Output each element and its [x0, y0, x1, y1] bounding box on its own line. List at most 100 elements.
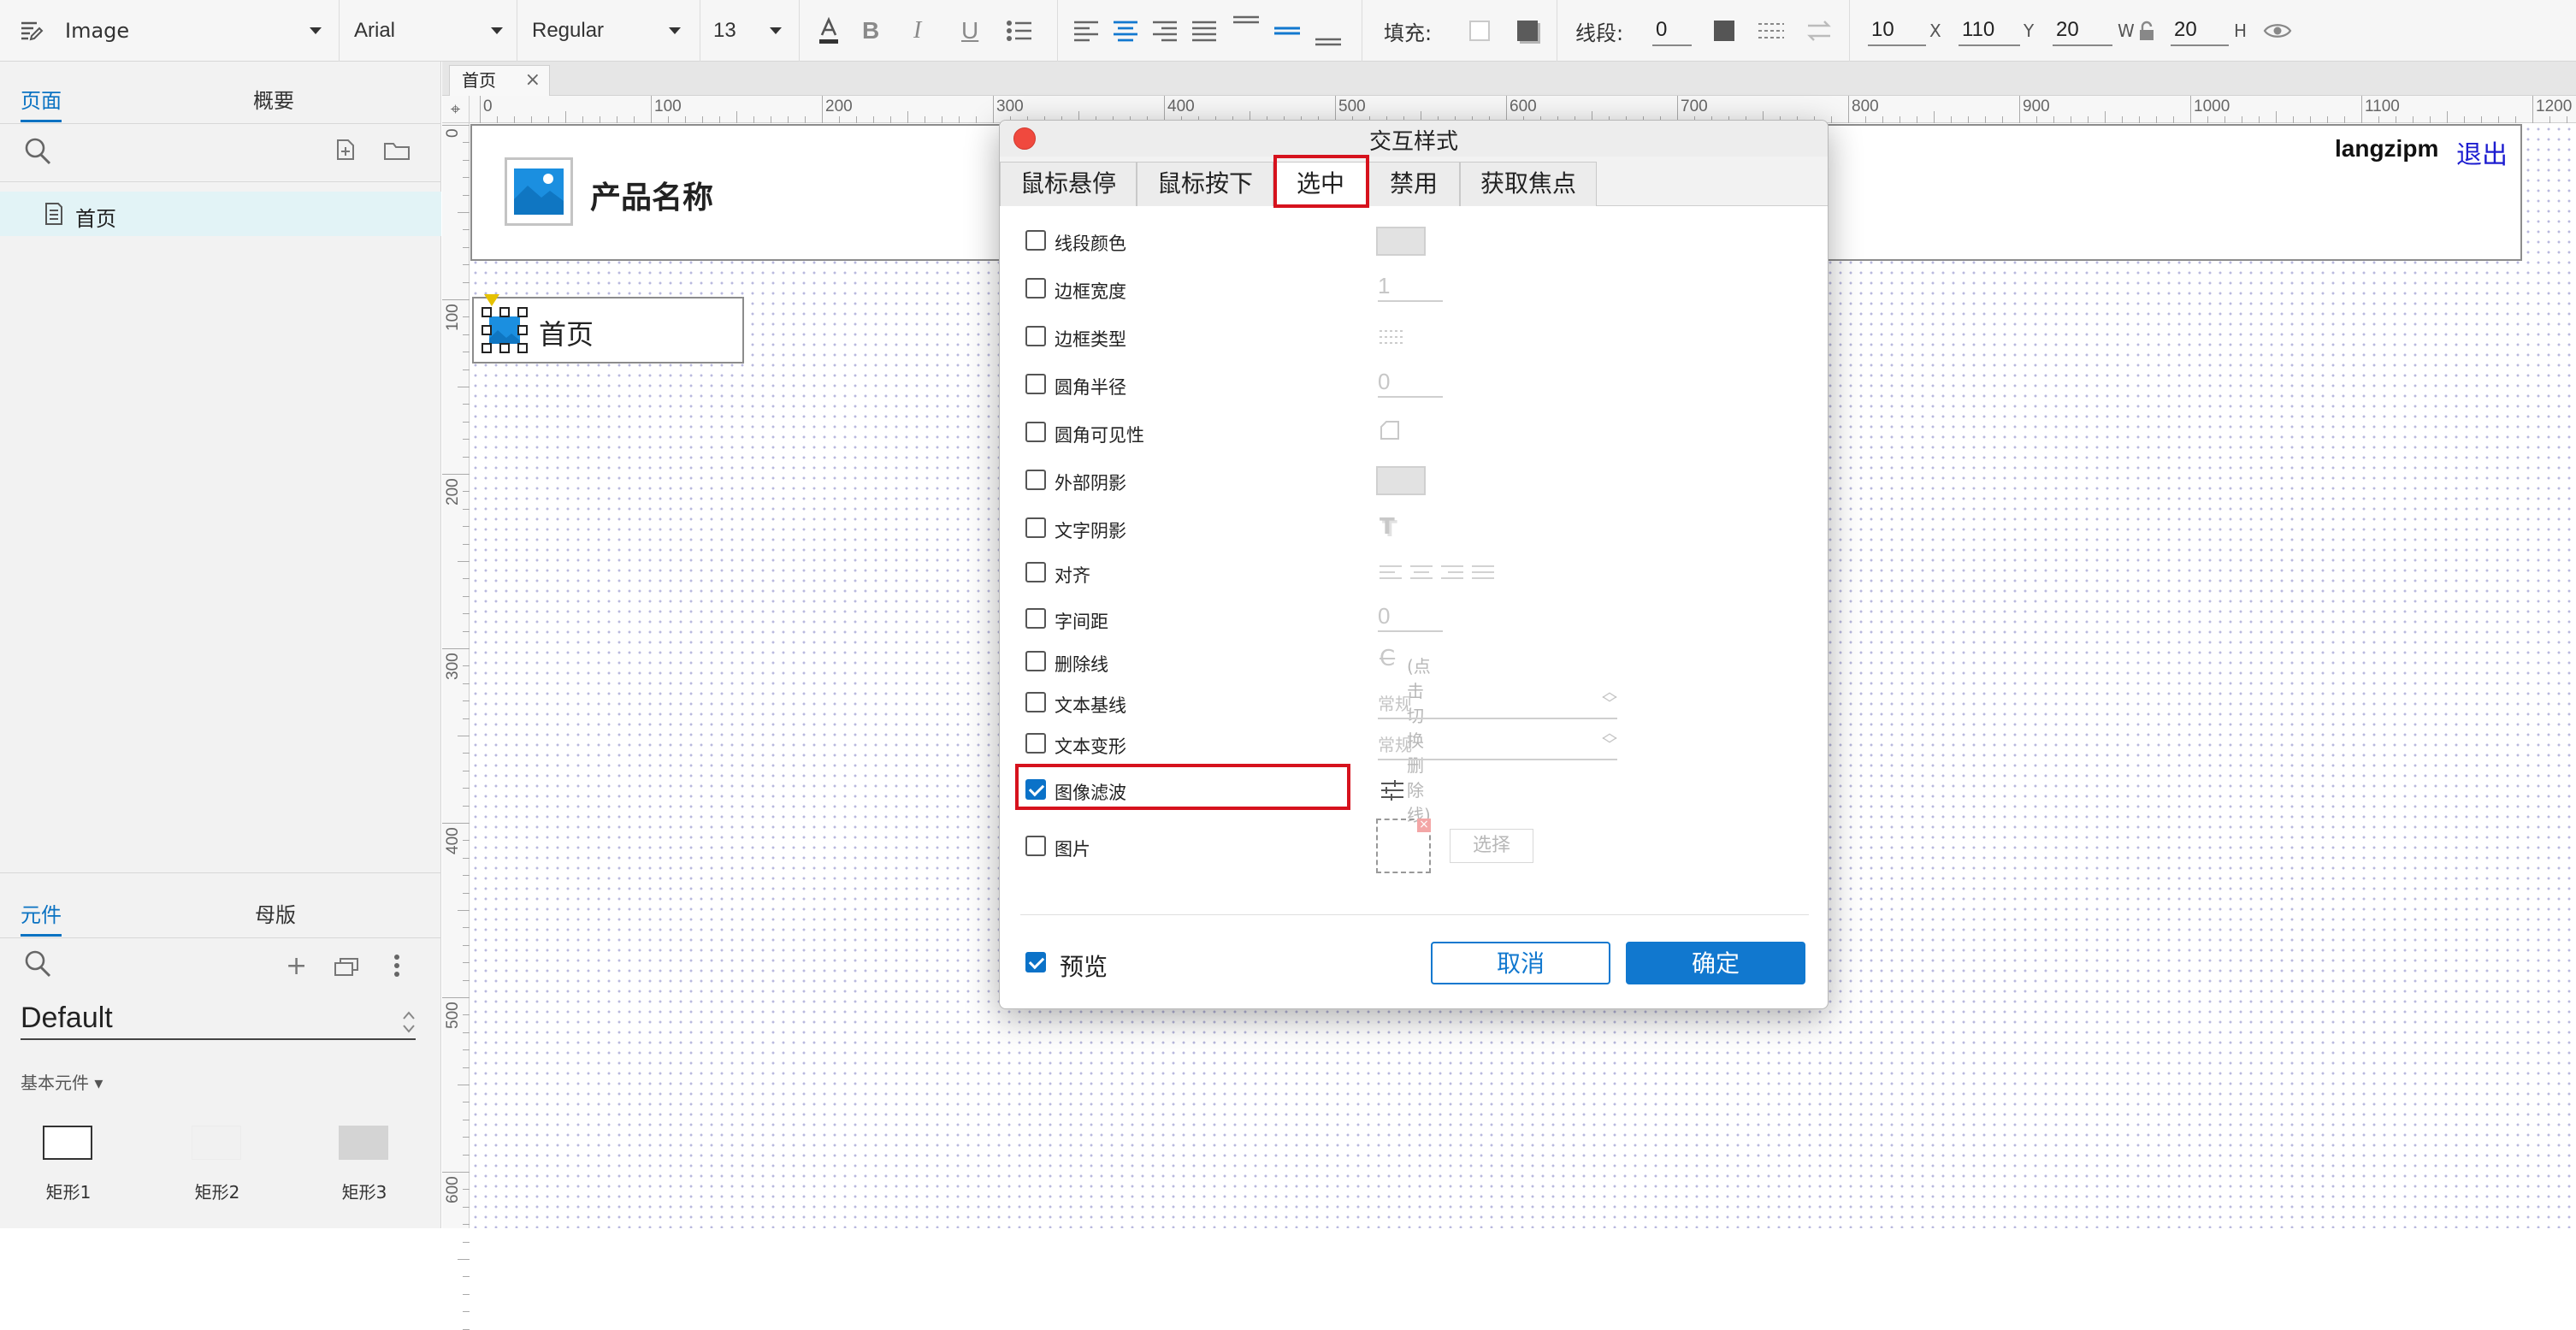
stroke-pattern-icon[interactable]: [1757, 0, 1786, 62]
tab-mouse-hover[interactable]: 鼠标悬停: [1000, 162, 1137, 206]
checkbox-image[interactable]: [1025, 836, 1046, 856]
height-input[interactable]: [2171, 15, 2229, 46]
stroke-color-swatch[interactable]: [1714, 0, 1734, 62]
tab-mouse-down[interactable]: 鼠标按下: [1137, 162, 1273, 206]
logout-link[interactable]: 退出: [2456, 133, 2508, 171]
left-panel: 页面 概要 首页 元件 母版 + Default 基本元件 ▾ 矩形1 矩形2 …: [0, 62, 441, 1228]
add-page-icon[interactable]: [335, 139, 356, 164]
ruler-minor-tick: [2293, 116, 2294, 123]
y-position-input[interactable]: [1959, 15, 2020, 46]
align-justify-icon[interactable]: [1191, 0, 1220, 62]
image-filter-settings-icon[interactable]: [1380, 779, 1405, 805]
x-position-input[interactable]: [1868, 15, 1926, 46]
checkbox-text-transform[interactable]: [1025, 733, 1046, 754]
text-baseline-select: 常规 ︿ ﹀: [1378, 685, 1617, 719]
ruler-minor-tick: [463, 1189, 470, 1191]
widget-rect3-label: 矩形3: [341, 1182, 387, 1203]
lock-icon[interactable]: [2138, 0, 2155, 62]
widget-category-toggle[interactable]: 基本元件 ▾: [21, 1069, 103, 1094]
ruler-minor-tick: [463, 334, 470, 335]
fill-color-swatch[interactable]: [1469, 0, 1490, 62]
font-size-select[interactable]: 13: [713, 0, 790, 62]
cancel-button[interactable]: 取消: [1431, 942, 1610, 984]
widget-rect1-thumb[interactable]: [43, 1126, 92, 1160]
ruler-tick: [442, 1172, 470, 1173]
align-left-icon[interactable]: [1072, 0, 1102, 62]
library-copy-icon[interactable]: [334, 956, 359, 980]
ruler-minor-tick: [463, 1014, 470, 1016]
arrow-style-icon[interactable]: [1806, 0, 1832, 62]
tab-disabled[interactable]: 禁用: [1368, 162, 1460, 206]
checkbox-text-baseline[interactable]: [1025, 692, 1046, 712]
stroke-width-input[interactable]: [1652, 15, 1692, 46]
valign-middle-icon[interactable]: [1273, 0, 1302, 62]
more-options-icon[interactable]: [393, 955, 400, 980]
font-family-select[interactable]: Arial: [354, 0, 508, 62]
crosshair-icon[interactable]: ⌖: [442, 96, 470, 123]
add-library-icon[interactable]: +: [286, 951, 307, 981]
checkbox-border-type[interactable]: [1025, 326, 1046, 346]
eye-icon[interactable]: [2263, 0, 2292, 62]
ruler-minor-tick: [959, 116, 960, 123]
checkbox-alignment[interactable]: [1025, 562, 1046, 582]
ruler-minor-tick: [463, 840, 470, 842]
ruler-minor-tick: [463, 281, 470, 283]
add-folder-icon[interactable]: [383, 140, 411, 164]
bold-icon[interactable]: B: [862, 0, 889, 62]
checkbox-letter-spacing[interactable]: [1025, 608, 1046, 629]
ruler-minor-tick: [463, 543, 470, 545]
font-color-icon[interactable]: [816, 0, 843, 62]
ruler-minor-tick: [2207, 116, 2208, 123]
ruler-minor-tick: [753, 116, 754, 123]
ruler-minor-tick: [2224, 116, 2225, 123]
ruler-label: 300: [444, 653, 462, 680]
tab-outline[interactable]: 概要: [253, 84, 294, 114]
select-updown-icon: ︿ ﹀: [1602, 724, 1617, 754]
alignment-icons: [1378, 564, 1501, 586]
checkbox-outer-shadow[interactable]: [1025, 470, 1046, 490]
preview-label: 预览: [1060, 953, 1108, 981]
italic-icon[interactable]: I: [913, 0, 941, 62]
search-icon[interactable]: [24, 137, 51, 169]
underline-icon[interactable]: U: [961, 0, 989, 62]
checkbox-corner-visibility[interactable]: [1025, 422, 1046, 442]
element-type-select[interactable]: Image: [65, 0, 322, 62]
widget-rect2-label: 矩形2: [194, 1182, 240, 1203]
tab-pages[interactable]: 页面: [21, 84, 62, 114]
style-editor-icon[interactable]: [19, 0, 44, 62]
checkbox-corner-radius[interactable]: [1025, 374, 1046, 394]
ruler-minor-tick: [2002, 116, 2003, 123]
checkbox-text-shadow[interactable]: [1025, 517, 1046, 538]
bullet-list-icon[interactable]: [1006, 0, 1037, 62]
ok-button[interactable]: 确定: [1626, 942, 1805, 984]
library-select[interactable]: Default: [21, 1001, 416, 1040]
checkbox-strikethrough[interactable]: [1025, 651, 1046, 671]
align-center-icon[interactable]: [1112, 0, 1141, 62]
shadow-swatch-icon[interactable]: [1517, 0, 1538, 62]
document-tab-home[interactable]: 首页 ×: [449, 65, 550, 96]
width-input[interactable]: [2053, 15, 2112, 46]
product-logo-image-icon[interactable]: [505, 157, 573, 226]
checkbox-preview[interactable]: [1025, 952, 1046, 972]
select-updown-icon: [402, 1008, 416, 1042]
selected-image-icon[interactable]: [481, 306, 529, 354]
ruler-minor-tick: [907, 111, 908, 123]
ruler-minor-tick: [2327, 116, 2328, 123]
widget-search-icon[interactable]: [24, 949, 51, 982]
valign-bottom-icon[interactable]: [1314, 0, 1343, 62]
dialog-titlebar[interactable]: 交互样式: [1000, 121, 1828, 157]
align-right-icon[interactable]: [1151, 0, 1180, 62]
ruler-minor-tick: [463, 613, 470, 615]
tab-widgets[interactable]: 元件: [21, 898, 62, 928]
close-icon[interactable]: ×: [525, 66, 541, 95]
checkbox-stroke-color[interactable]: [1025, 230, 1046, 251]
page-item-home[interactable]: 首页: [0, 192, 441, 236]
font-weight-select[interactable]: Regular: [532, 0, 686, 62]
tab-masters[interactable]: 母版: [255, 898, 296, 928]
checkbox-border-width[interactable]: [1025, 278, 1046, 299]
widget-rect3-thumb[interactable]: [339, 1126, 388, 1160]
ruler-minor-tick: [463, 857, 470, 859]
widget-rect2-thumb[interactable]: [192, 1126, 241, 1160]
tab-focus[interactable]: 获取焦点: [1460, 162, 1597, 206]
valign-top-icon[interactable]: [1232, 0, 1261, 62]
